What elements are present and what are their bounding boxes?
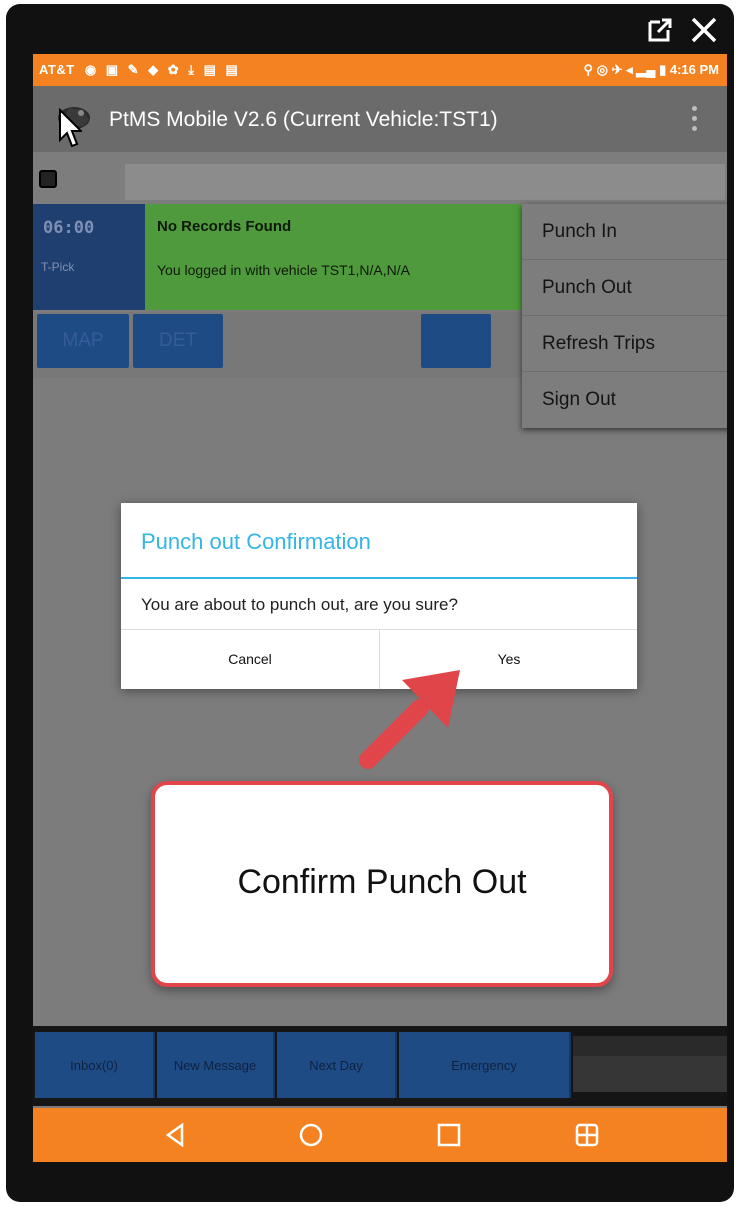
split-screen-icon[interactable] bbox=[572, 1120, 602, 1150]
menu-item-punch-in[interactable]: Punch In bbox=[522, 204, 727, 260]
back-icon[interactable] bbox=[160, 1120, 190, 1150]
overflow-menu-icon[interactable] bbox=[687, 104, 701, 134]
annotation-arrow-icon bbox=[359, 670, 460, 769]
window-controls bbox=[644, 14, 720, 46]
android-nav-bar bbox=[33, 1108, 727, 1162]
app-title: PtMS Mobile V2.6 (Current Vehicle:TST1) bbox=[109, 108, 498, 131]
menu-item-punch-out[interactable]: Punch Out bbox=[522, 260, 727, 316]
inbox-button[interactable]: Inbox(0) bbox=[35, 1032, 155, 1098]
dialog-message: You are about to punch out, are you sure… bbox=[141, 595, 458, 614]
filter-bar bbox=[33, 152, 727, 204]
bottom-bar-filler bbox=[573, 1036, 727, 1092]
extra-button[interactable] bbox=[421, 314, 491, 368]
menu-item-sign-out[interactable]: Sign Out bbox=[522, 372, 727, 428]
close-icon[interactable] bbox=[688, 14, 720, 46]
status-right: ⚲ ◎ ✈ ◂ ▂▄ ▮ 4:16 PM bbox=[584, 62, 719, 78]
status-bar: AT&T ◉ ▣ ✎ ◆ ✿ ⤓ ▤ ▤ ⚲ ◎ ✈ ◂ ▂▄ ▮ 4:16 P… bbox=[33, 54, 727, 86]
mouse-cursor-icon bbox=[59, 108, 82, 148]
status-time: 4:16 PM bbox=[669, 62, 719, 77]
external-link-icon[interactable] bbox=[644, 14, 676, 46]
menu-item-refresh-trips[interactable]: Refresh Trips bbox=[522, 316, 727, 372]
det-button[interactable]: DET bbox=[133, 314, 223, 368]
dialog-title: Punch out Confirmation bbox=[141, 529, 371, 554]
overflow-menu: Punch In Punch Out Refresh Trips Sign Ou… bbox=[522, 204, 727, 428]
recent-apps-icon[interactable] bbox=[434, 1120, 464, 1150]
cancel-button[interactable]: Cancel bbox=[121, 630, 379, 689]
status-indicator-icons: ⚲ ◎ ✈ ◂ ▂▄ ▮ bbox=[583, 62, 667, 77]
emergency-button[interactable]: Emergency bbox=[399, 1032, 571, 1098]
select-checkbox[interactable] bbox=[39, 170, 57, 188]
instruction-callout: Confirm Punch Out bbox=[151, 781, 613, 987]
next-day-button[interactable]: Next Day bbox=[277, 1032, 397, 1098]
callout-text: Confirm Punch Out bbox=[237, 863, 527, 901]
carrier-label: AT&T bbox=[39, 62, 75, 77]
new-message-button[interactable]: New Message bbox=[157, 1032, 275, 1098]
home-icon[interactable] bbox=[296, 1120, 326, 1150]
record-title: No Records Found bbox=[157, 218, 292, 235]
filter-field[interactable] bbox=[125, 164, 725, 200]
record-message: You logged in with vehicle TST1,N/A,N/A bbox=[157, 262, 410, 278]
bottom-action-bar: Inbox(0) New Message Next Day Emergency bbox=[33, 1026, 727, 1106]
dialog-title-divider bbox=[121, 577, 637, 579]
record-type: T-Pick bbox=[41, 260, 75, 274]
record-time: 06:00 bbox=[43, 218, 95, 238]
record-time-block: 06:00 T-Pick bbox=[33, 204, 145, 310]
notification-icons: ◉ ▣ ✎ ◆ ✿ ⤓ ▤ ▤ bbox=[84, 62, 241, 77]
app-bar: PtMS Mobile V2.6 (Current Vehicle:TST1) bbox=[33, 86, 727, 152]
map-button[interactable]: MAP bbox=[37, 314, 129, 368]
